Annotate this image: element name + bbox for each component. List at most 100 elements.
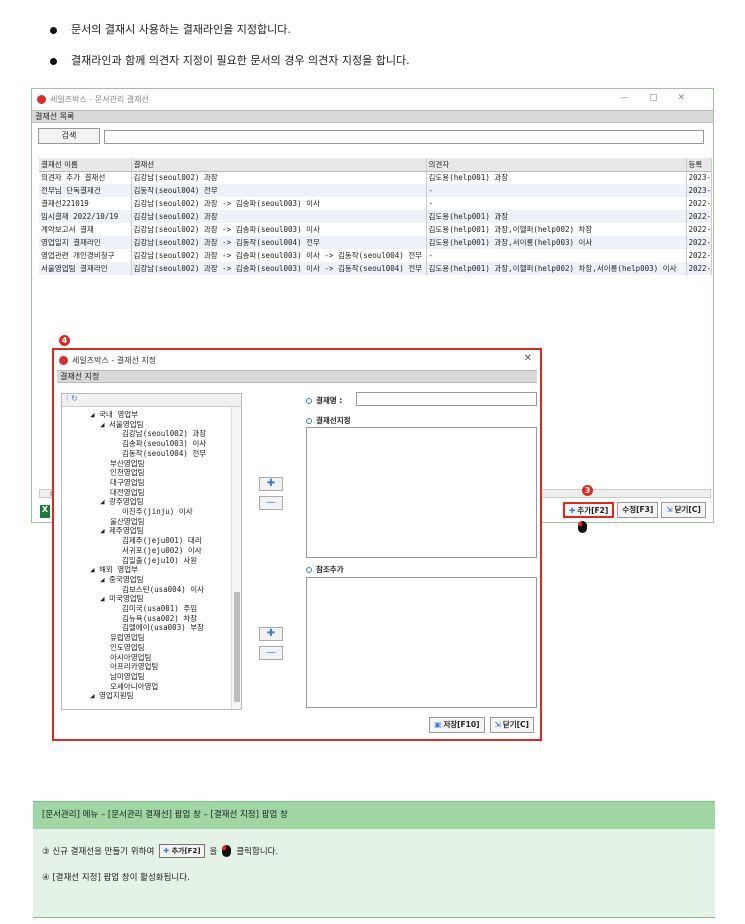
search-row: 검색 (32, 123, 713, 147)
approval-line-label: 결재선지정 (306, 415, 351, 426)
step3-text-a: ③ 신규 결재선을 만들기 위하여 (42, 847, 155, 857)
table-cell: 김동작(seoul004) 전무 (131, 184, 427, 197)
tree-node[interactable]: ◢ 해외 영업부 (62, 565, 241, 575)
table-row[interactable]: 영업관련 개인경비청구 김강남(seoul002) 과장 -> 김송파(seoul… (39, 249, 712, 262)
save-icon: ▣ (434, 720, 442, 729)
tree-node[interactable]: 오세아니아영업 (62, 682, 241, 692)
tree-node[interactable]: 부산영업팀 (62, 459, 241, 469)
table-cell: 김도용(help001) 과장,서이롱(help003) 이사 (426, 236, 687, 249)
tree-node[interactable]: 남미영업팀 (62, 672, 241, 682)
close-icon[interactable]: ✕ (524, 353, 532, 364)
save-button[interactable]: ▣ 저장[F10] (429, 717, 485, 733)
table-row[interactable]: 계약보고서 결재 김강남(seoul002) 과장 -> 김송파(seoul003… (39, 223, 712, 236)
popup-close-button[interactable]: ⇲ 닫기[C] (489, 717, 534, 733)
column-header[interactable]: 등록 (686, 158, 712, 172)
tree-node[interactable]: ◢ 미국영업팀 (62, 594, 241, 604)
close-arrow-icon: ⇲ (666, 505, 673, 514)
column-header[interactable]: 결재선 이름 (39, 158, 132, 172)
excel-export-icon[interactable]: X (40, 505, 50, 518)
tree-node[interactable]: 유럽영업팀 (62, 633, 241, 643)
save-button-label: 저장[F10] (443, 720, 480, 729)
tree-node[interactable]: 김송파(seoul003) 이사 (62, 439, 241, 449)
tree-node[interactable]: 김일출(jeju10) 사원 (62, 556, 241, 566)
table-cell: 2022- (686, 210, 712, 223)
tree-node[interactable]: ◢ 서울영업팀 (62, 420, 241, 430)
table-row[interactable]: 의견자 추가 결재선 김강남(seoul002) 과장 김도용(help001) 과… (39, 171, 712, 184)
tree-node[interactable]: 김뉴욕(usa002) 차장 (62, 614, 241, 624)
app-logo-icon (37, 95, 46, 104)
step3-text-b: 을 (209, 847, 218, 857)
table-row[interactable]: 임시결재 2022/10/19 김강남(seoul002) 과장 김도용(help0… (39, 210, 712, 223)
popup-titlebar: 세일즈박스 - 결재선 지정 ✕ (54, 350, 540, 370)
close-button-label: 닫기[C] (674, 505, 701, 514)
tree-node[interactable]: ◢ 중국영업팀 (62, 575, 241, 585)
tree-node[interactable]: 김보스턴(usa004) 이사 (62, 585, 241, 595)
approval-name-text: 결재명 : (316, 396, 343, 405)
tree-node[interactable]: 김엘에이(usa003) 부장 (62, 623, 241, 633)
tree-scrollbar[interactable] (231, 407, 241, 709)
radio-circle-icon (306, 567, 312, 573)
close-button[interactable]: ⇲ 닫기[C] (661, 502, 706, 518)
tree-node[interactable]: 인도영업팀 (62, 643, 241, 653)
table-cell: 의견자 추가 결재선 (39, 171, 132, 184)
remove-reference-button[interactable]: — (259, 646, 283, 660)
table-cell: 결재선221019 (39, 197, 132, 210)
scrollbar-thumb[interactable] (234, 592, 240, 702)
table-cell: 김강남(seoul002) 과장 (131, 171, 427, 184)
approval-name-input[interactable] (356, 392, 537, 406)
table-cell: 김도용(help001) 과장 (426, 171, 687, 184)
table-row[interactable]: 결재선221019 김강남(seoul002) 과장 -> 김송파(seoul00… (39, 197, 712, 210)
org-tree: ⁝ ↻ ◢ 국내 영업부 ◢ 서울영업팀 김강남(seoul002) 과장 김송파(s… (61, 393, 242, 710)
table-cell: - (426, 249, 687, 262)
close-arrow-icon: ⇲ (494, 720, 501, 729)
column-header[interactable]: 결재선 (131, 158, 427, 172)
tree-node[interactable]: 김강남(seoul002) 과장 (62, 429, 241, 439)
radio-circle-icon (306, 418, 312, 424)
search-button[interactable]: 검색 (38, 128, 100, 144)
table-cell: 김강남(seoul002) 과장 (131, 210, 427, 223)
table-row[interactable]: 영업일지 결재라인 김강남(seoul002) 과장 -> 김동작(seoul00… (39, 236, 712, 249)
table-cell: 2023- (686, 171, 712, 184)
tree-node[interactable]: 김미국(usa001) 주임 (62, 604, 241, 614)
table-row[interactable]: 서울영업팀 결재라인 김강남(seoul002) 과장 -> 김송파(seoul0… (39, 262, 712, 275)
tree-node[interactable]: ◢ 영업지원팀 (62, 691, 241, 701)
table-cell: 김도용(help001) 과장 (426, 210, 687, 223)
tree-node[interactable]: 김동작(seoul004) 전무 (62, 449, 241, 459)
tree-node[interactable]: 아프리카영업팀 (62, 662, 241, 672)
inline-add-button: ✚ 추가[F2] (159, 844, 205, 858)
bullet-text: 결재라인과 함께 의견자 지정이 필요한 문서의 경우 의견자 지정을 합니다. (71, 54, 410, 67)
inline-add-label: 추가[F2] (171, 847, 201, 855)
approval-line-table: 결재선 이름 결재선 의견자 등록 의견자 추가 결재선 김강남(seoul002… (39, 158, 712, 275)
refresh-icon[interactable]: ⁝ ↻ (66, 394, 78, 403)
window-controls[interactable]: —□✕ (620, 93, 705, 103)
tree-node[interactable]: 서귀포(jeju002) 이사 (62, 546, 241, 556)
table-cell: 김강남(seoul002) 과장 -> 김동작(seoul004) 전무 (131, 236, 427, 249)
tree-node[interactable]: 대전영업팀 (62, 488, 241, 498)
add-approver-button[interactable]: ✚ (259, 477, 283, 491)
tree-node[interactable]: 대구영업팀 (62, 478, 241, 488)
add-button[interactable]: ✚ 추가[F2] (563, 502, 615, 518)
table-cell: 김도용(help001) 과장,이헬퍼(help002) 차장,서이롱(help… (426, 262, 687, 275)
tree-node[interactable]: 아시아영업팀 (62, 653, 241, 663)
tree-node[interactable]: ◢ 광주영업팀 (62, 497, 241, 507)
tree-node[interactable]: 울산영업팀 (62, 517, 241, 527)
reference-text: 참조추가 (316, 565, 344, 574)
remove-approver-button[interactable]: — (259, 496, 283, 510)
column-header[interactable]: 의견자 (426, 158, 687, 172)
bullet-dot-icon (50, 57, 57, 65)
tree-node[interactable]: 김제주(jeju001) 대리 (62, 536, 241, 546)
tree-node[interactable]: 인천영업팀 (62, 468, 241, 478)
table-cell: 영업관련 개인경비청구 (39, 249, 132, 262)
mouse-click-icon (222, 845, 232, 857)
tree-node[interactable]: ◢ 제주영업팀 (62, 526, 241, 536)
tree-node[interactable]: 이진주(jinju) 이사 (62, 507, 241, 517)
table-row[interactable]: 전무님 단독결재건 김동작(seoul004) 전무 -2023- (39, 184, 712, 197)
approval-line-list[interactable] (306, 427, 537, 558)
edit-button[interactable]: 수정[F3] (617, 502, 659, 518)
tree-node[interactable]: ◢ 국내 영업부 (62, 410, 241, 420)
instruction-box: [문서관리] 메뉴 – [문서관리 결재선] 팝업 창 – [결재선 지정] 팝… (33, 801, 715, 918)
add-reference-button[interactable]: ✚ (259, 627, 283, 641)
search-input[interactable] (104, 130, 704, 144)
reference-list[interactable] (306, 577, 537, 708)
window-title: 세일즈박스 - 문서관리 결재선 (50, 95, 149, 104)
